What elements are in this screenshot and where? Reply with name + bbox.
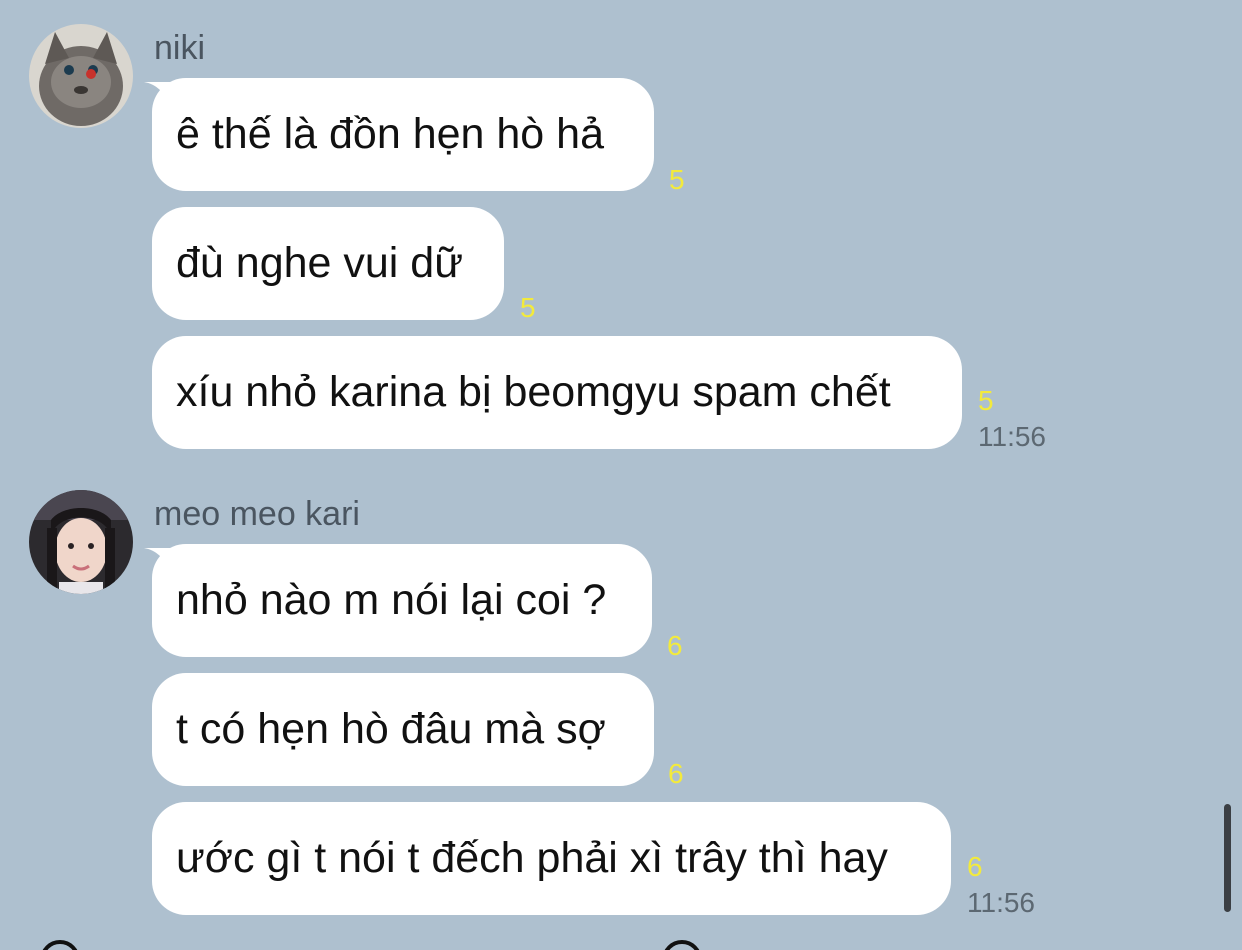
message-bubble[interactable]: xíu nhỏ karina bị beomgyu spam chết [152,336,962,449]
read-count: 6 [667,630,683,661]
message-timestamp: 11:56 [978,421,1046,452]
sender-name: meo meo kari [154,495,360,533]
avatar-meo-meo-kari[interactable] [29,490,133,594]
read-count: 6 [668,758,684,789]
message-bubble[interactable]: đù nghe vui dữ [152,207,504,320]
message-bubble[interactable]: ước gì t nói t đếch phải xì trây thì hay [152,802,951,915]
message-bubble[interactable]: ê thế là đồn hẹn hò hả [152,78,654,191]
circle-icon[interactable] [662,940,702,950]
message-text: ê thế là đồn hẹn hò hả [176,110,604,158]
message-text: nhỏ nào m nói lại coi ? [176,576,607,624]
circle-icon[interactable] [40,940,80,950]
message-text: xíu nhỏ karina bị beomgyu spam chết [176,368,891,416]
read-count: 5 [669,164,685,195]
read-count: 6 [967,851,983,882]
sender-name: niki [154,29,206,67]
read-count: 5 [978,385,994,416]
scrollbar-thumb[interactable] [1224,804,1231,912]
message-text: ước gì t nói t đếch phải xì trây thì hay [176,834,888,882]
message-text: đù nghe vui dữ [176,239,463,287]
read-count: 5 [520,292,536,323]
message-bubble[interactable]: nhỏ nào m nói lại coi ? [152,544,652,657]
message-timestamp: 11:56 [967,887,1035,918]
message-bubble[interactable]: t có hẹn hò đâu mà sợ [152,673,654,786]
avatar-niki[interactable] [29,24,133,128]
message-text: t có hẹn hò đâu mà sợ [176,705,606,753]
